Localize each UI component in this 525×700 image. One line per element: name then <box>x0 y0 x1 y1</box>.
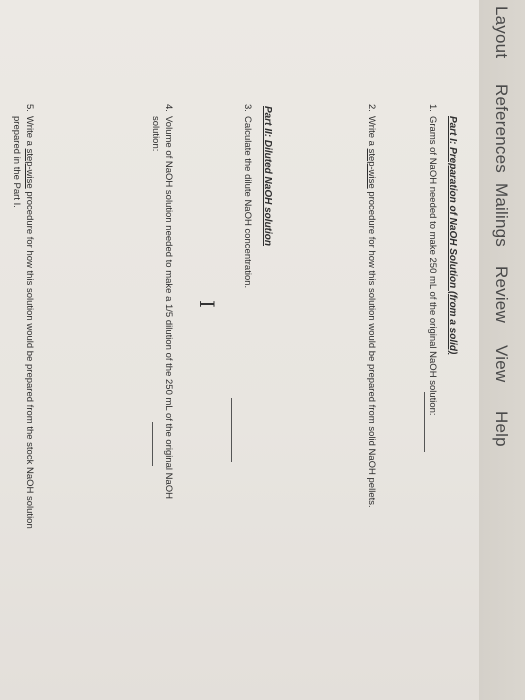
question-3-answer-line[interactable] <box>231 398 232 462</box>
question-4-number: 4. <box>163 104 174 112</box>
tab-mailings[interactable]: Mailings <box>491 183 511 247</box>
tab-review[interactable]: Review <box>491 266 511 323</box>
question-3: 3. Calculate the dilute NaOH concentratio… <box>242 104 253 288</box>
part1-heading: Part I: Preparation of NaOH Solution (fr… <box>447 116 458 355</box>
word-window: Layout References Mailings Review View H… <box>0 0 525 700</box>
tab-references[interactable]: References <box>491 84 511 173</box>
part2-heading: Part II: Diluted NaOH solution <box>262 106 273 247</box>
question-5-text-post: procedure for how this solution would be… <box>24 188 35 529</box>
document-page[interactable]: Part I: Preparation of NaOH Solution (fr… <box>0 0 479 700</box>
question-2-text-post: procedure for how this solution would be… <box>366 188 377 508</box>
question-4-answer-line[interactable] <box>152 422 153 466</box>
question-2-link[interactable]: step-wise <box>366 149 377 189</box>
tab-layout[interactable]: Layout <box>491 6 511 58</box>
question-5-text-pre: Write a <box>24 116 35 149</box>
question-1-number: 1. <box>427 104 438 112</box>
question-1: 1. Grams of NaOH needed to make 250 mL of… <box>427 104 438 416</box>
question-4-text: Volume of NaOH solution needed to make a… <box>163 116 174 500</box>
question-5-line-1: 5. Write a step-wise procedure for how th… <box>24 104 35 529</box>
text-cursor-icon: I <box>195 300 219 308</box>
question-1-answer-line[interactable] <box>424 392 425 452</box>
question-4-line-1: 4. Volume of NaOH solution needed to make… <box>163 104 174 499</box>
ribbon-tab-bar: Layout References Mailings Review View H… <box>478 0 525 700</box>
question-5-line-2: prepared in the Part I. <box>11 116 22 208</box>
question-2-text-pre: Write a <box>366 116 377 149</box>
question-3-number: 3. <box>242 104 253 112</box>
question-4-line-2: solution: <box>150 116 161 152</box>
tab-help[interactable]: Help <box>491 411 511 447</box>
question-5-number: 5. <box>24 104 35 112</box>
question-2: 2. Write a step-wise procedure for how th… <box>366 104 377 508</box>
question-2-number: 2. <box>366 104 377 112</box>
tab-view[interactable]: View <box>491 345 511 382</box>
question-5-link[interactable]: step-wise <box>24 149 35 189</box>
question-1-text: Grams of NaOH needed to make 250 mL of t… <box>427 116 438 416</box>
question-3-text: Calculate the dilute NaOH concentration. <box>242 116 253 289</box>
